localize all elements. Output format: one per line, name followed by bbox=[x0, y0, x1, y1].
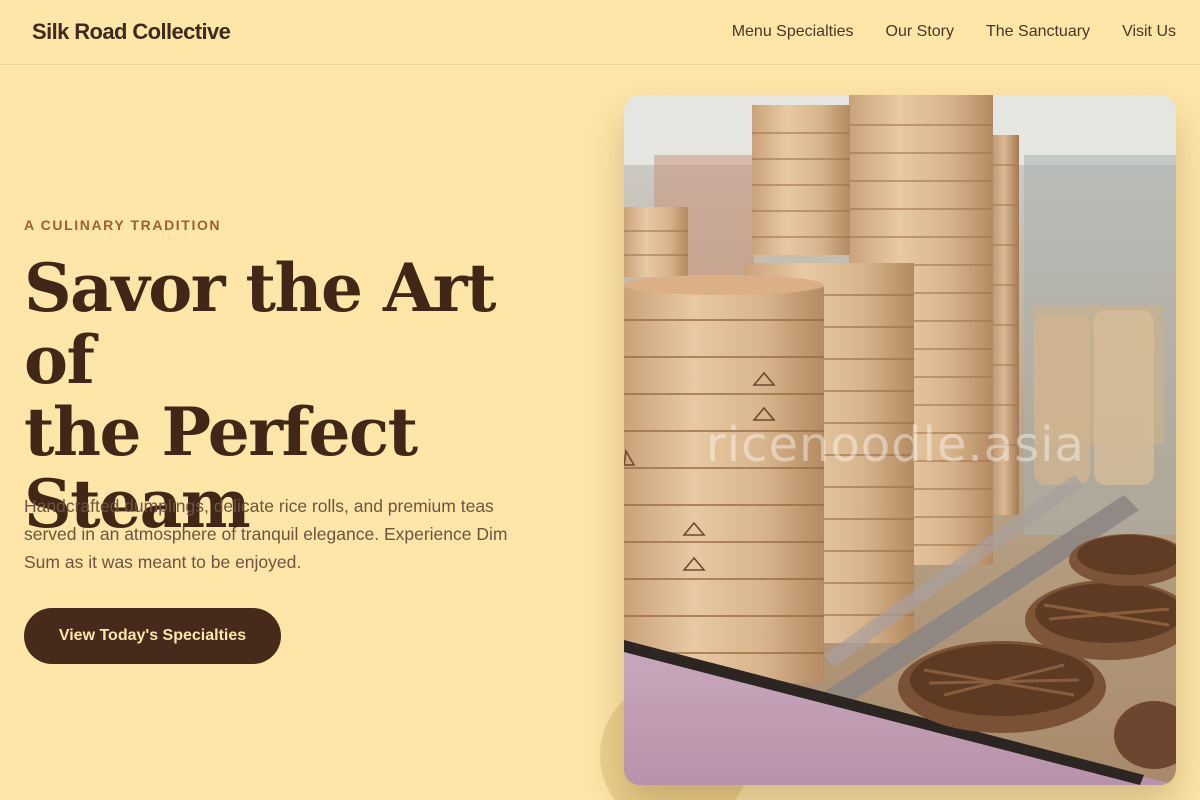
headline-line: Savor the Art of bbox=[24, 249, 496, 399]
bamboo-steamers-illustration bbox=[624, 95, 1176, 785]
nav-link-our-story[interactable]: Our Story bbox=[886, 23, 954, 41]
nav-link-visit-us[interactable]: Visit Us bbox=[1122, 23, 1176, 41]
headline-line: the Perfect bbox=[24, 393, 418, 471]
hero-description: Handcrafted dumplings, delicate rice rol… bbox=[24, 496, 508, 572]
nav-link-menu-specialties[interactable]: Menu Specialties bbox=[732, 23, 854, 41]
hero-eyebrow: A CULINARY TRADITION bbox=[24, 217, 222, 233]
brand-logo[interactable]: Silk Road Collective bbox=[32, 19, 231, 45]
page: Silk Road Collective Menu Specialties Ou… bbox=[0, 0, 1200, 800]
view-specialties-button[interactable]: View Today's Specialties bbox=[24, 608, 281, 664]
site-header: Silk Road Collective Menu Specialties Ou… bbox=[0, 0, 1200, 65]
main-nav: Menu Specialties Our Story The Sanctuary… bbox=[732, 23, 1176, 41]
nav-link-the-sanctuary[interactable]: The Sanctuary bbox=[986, 23, 1090, 41]
hero-photo-bamboo-steamers: ricenoodle.asia bbox=[624, 95, 1176, 785]
